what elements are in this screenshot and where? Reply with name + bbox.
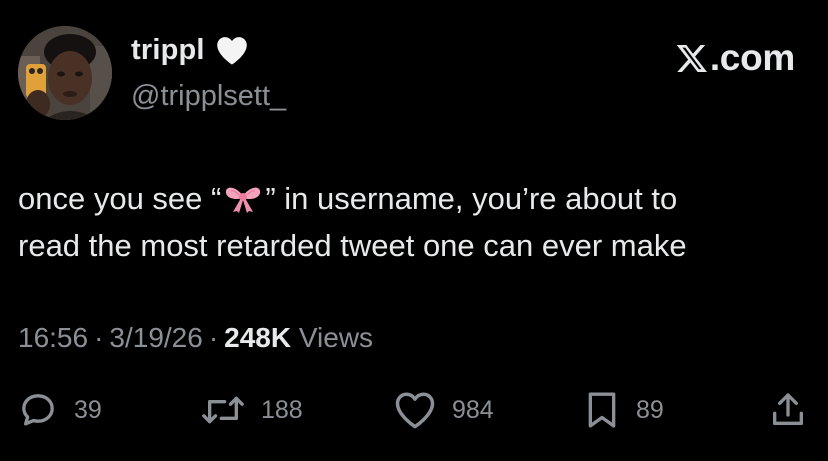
ribbon-bow-icon bbox=[223, 180, 263, 213]
author-handle[interactable]: @tripplsett_ bbox=[131, 80, 286, 113]
share-icon bbox=[773, 393, 803, 425]
author-name-row: trippl bbox=[131, 34, 249, 67]
tweet-line-2: read the most retarded tweet one can eve… bbox=[18, 228, 687, 263]
brand-suffix: .com bbox=[709, 37, 795, 78]
tweet-card: trippl @tripplsett_ .com once you see “ bbox=[0, 0, 828, 461]
views-label: Views bbox=[298, 322, 374, 353]
like-button[interactable]: 984 bbox=[394, 388, 494, 432]
meta-separator: · bbox=[94, 322, 104, 353]
bookmark-icon bbox=[588, 392, 616, 428]
retweet-icon bbox=[202, 396, 244, 424]
retweet-button[interactable]: 188 bbox=[201, 388, 303, 432]
tweet-meta: 16:56 · 3/19/26 · 248K Views bbox=[18, 322, 373, 354]
x-logo-icon bbox=[675, 42, 709, 75]
bookmark-button[interactable]: 89 bbox=[584, 388, 664, 432]
heart-icon bbox=[395, 392, 435, 429]
brand-watermark: .com bbox=[675, 37, 795, 79]
tweet-line-1: once you see “ ” in username, you’re abo… bbox=[18, 175, 818, 222]
reply-button[interactable]: 39 bbox=[18, 388, 102, 432]
like-count: 984 bbox=[452, 395, 494, 424]
share-button[interactable] bbox=[768, 388, 808, 432]
white-heart-icon bbox=[215, 35, 249, 66]
action-bar: 39 188 984 89 bbox=[0, 388, 828, 432]
retweet-count: 188 bbox=[261, 395, 303, 424]
author-display-name[interactable]: trippl bbox=[131, 34, 205, 67]
reply-count: 39 bbox=[74, 395, 102, 424]
tweet-time[interactable]: 16:56 bbox=[18, 322, 88, 353]
reply-icon bbox=[22, 394, 54, 426]
profile-photo bbox=[18, 26, 112, 120]
tweet-line-1-end: ” in username, you’re about to bbox=[265, 181, 678, 216]
tweet-date[interactable]: 3/19/26 bbox=[109, 322, 202, 353]
meta-separator: · bbox=[208, 322, 219, 353]
tweet-line-1-start: once you see “ bbox=[18, 181, 222, 216]
avatar[interactable] bbox=[18, 26, 112, 120]
bookmark-count: 89 bbox=[636, 395, 664, 424]
views-count: 248K bbox=[224, 322, 292, 353]
tweet-text: once you see “ ” in username, you’re abo… bbox=[18, 175, 818, 269]
